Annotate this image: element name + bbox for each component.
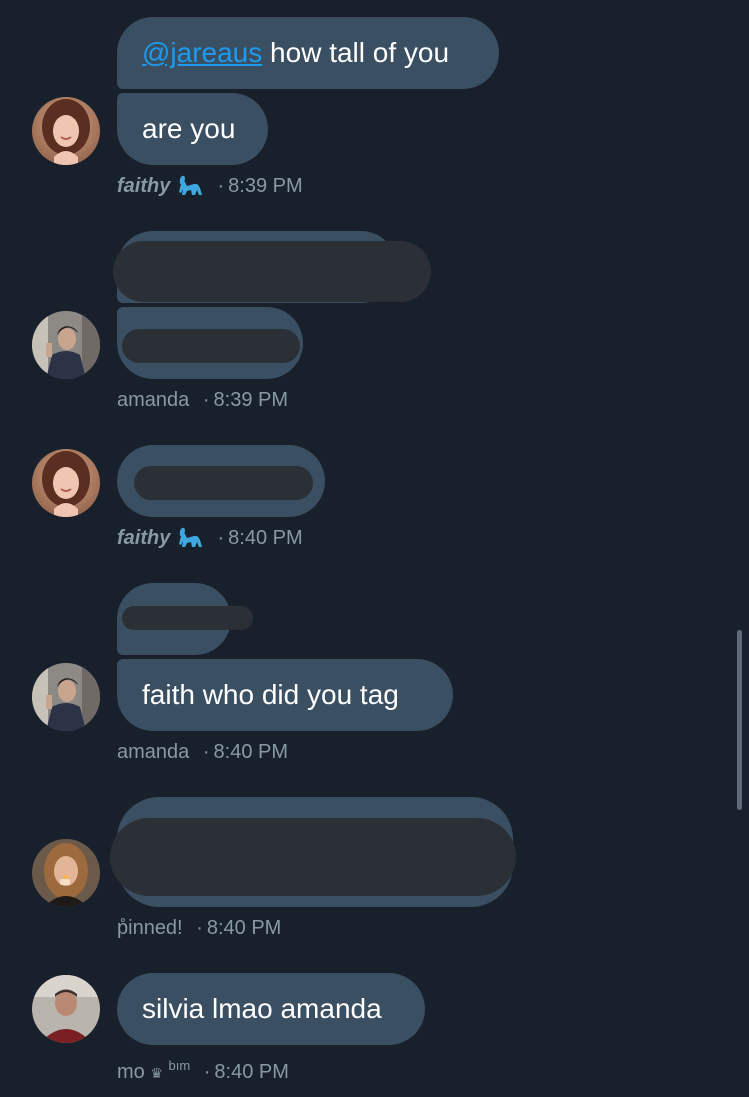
separator-dot: · (202, 741, 210, 763)
message-text: silvia lmao amanda (142, 993, 382, 1024)
sender-name[interactable]: amanda (117, 389, 189, 411)
mention-link[interactable]: @jareaus (142, 37, 262, 68)
message-text: are you (142, 113, 236, 144)
separator-dot: · (217, 527, 225, 549)
timestamp: 8:40 PM (214, 1061, 289, 1083)
message-meta: mo ♛ bım · 8:40 PM (117, 1053, 289, 1086)
avatar-mo[interactable] (32, 975, 100, 1043)
message-meta: amanda · 8:39 PM (117, 387, 288, 413)
avatar-amanda[interactable] (32, 663, 100, 731)
timestamp: 8:39 PM (213, 389, 288, 411)
redaction-block (122, 329, 300, 363)
scrollbar-thumb[interactable] (737, 630, 742, 810)
avatar-image (32, 839, 100, 907)
sender-name[interactable]: faithy (117, 175, 170, 197)
redaction-block (113, 241, 431, 302)
message-meta: amanda · 8:40 PM (117, 739, 288, 765)
separator-dot: · (196, 917, 203, 939)
message-meta: faithy · 8:40 PM (117, 525, 303, 555)
redaction-block (122, 606, 253, 630)
sender-name[interactable]: mo (117, 1061, 145, 1083)
message-meta: faithy · 8:39 PM (117, 173, 303, 203)
dinosaur-icon (176, 174, 204, 203)
message-bubble[interactable]: faith who did you tag (117, 659, 453, 731)
avatar-image (32, 663, 100, 731)
timestamp: 8:40 PM (206, 917, 282, 939)
avatar-image (32, 449, 100, 517)
separator-dot: · (202, 389, 210, 411)
sender-name[interactable]: p̊inned! (117, 917, 183, 939)
timestamp: 8:40 PM (228, 527, 303, 549)
sender-suffix: bım (168, 1058, 191, 1073)
message-bubble[interactable]: silvia lmao amanda (117, 973, 425, 1045)
dinosaur-icon (176, 526, 204, 555)
message-bubble[interactable]: @jareaus how tall of you (117, 17, 499, 89)
timestamp: 8:40 PM (213, 741, 288, 763)
timestamp: 8:39 PM (228, 175, 303, 197)
avatar-faithy[interactable] (32, 97, 100, 165)
redaction-block (110, 818, 516, 896)
avatar-image (32, 311, 100, 379)
redaction-block (134, 466, 313, 500)
message-meta: p̊inned! · 8:40 PM (117, 915, 281, 941)
sender-name[interactable]: amanda (117, 741, 189, 763)
avatar-pinned[interactable] (32, 839, 100, 907)
avatar-amanda[interactable] (32, 311, 100, 379)
separator-dot: · (217, 175, 225, 197)
message-text: how tall of you (262, 37, 450, 68)
separator-dot: · (203, 1061, 211, 1083)
avatar-faithy[interactable] (32, 449, 100, 517)
avatar-image (32, 97, 100, 165)
sender-name[interactable]: faithy (117, 527, 170, 549)
avatar-image (32, 975, 100, 1043)
crown-icon: ♛ (150, 1065, 163, 1081)
message-bubble[interactable]: are you (117, 93, 268, 165)
message-text: faith who did you tag (142, 679, 399, 710)
